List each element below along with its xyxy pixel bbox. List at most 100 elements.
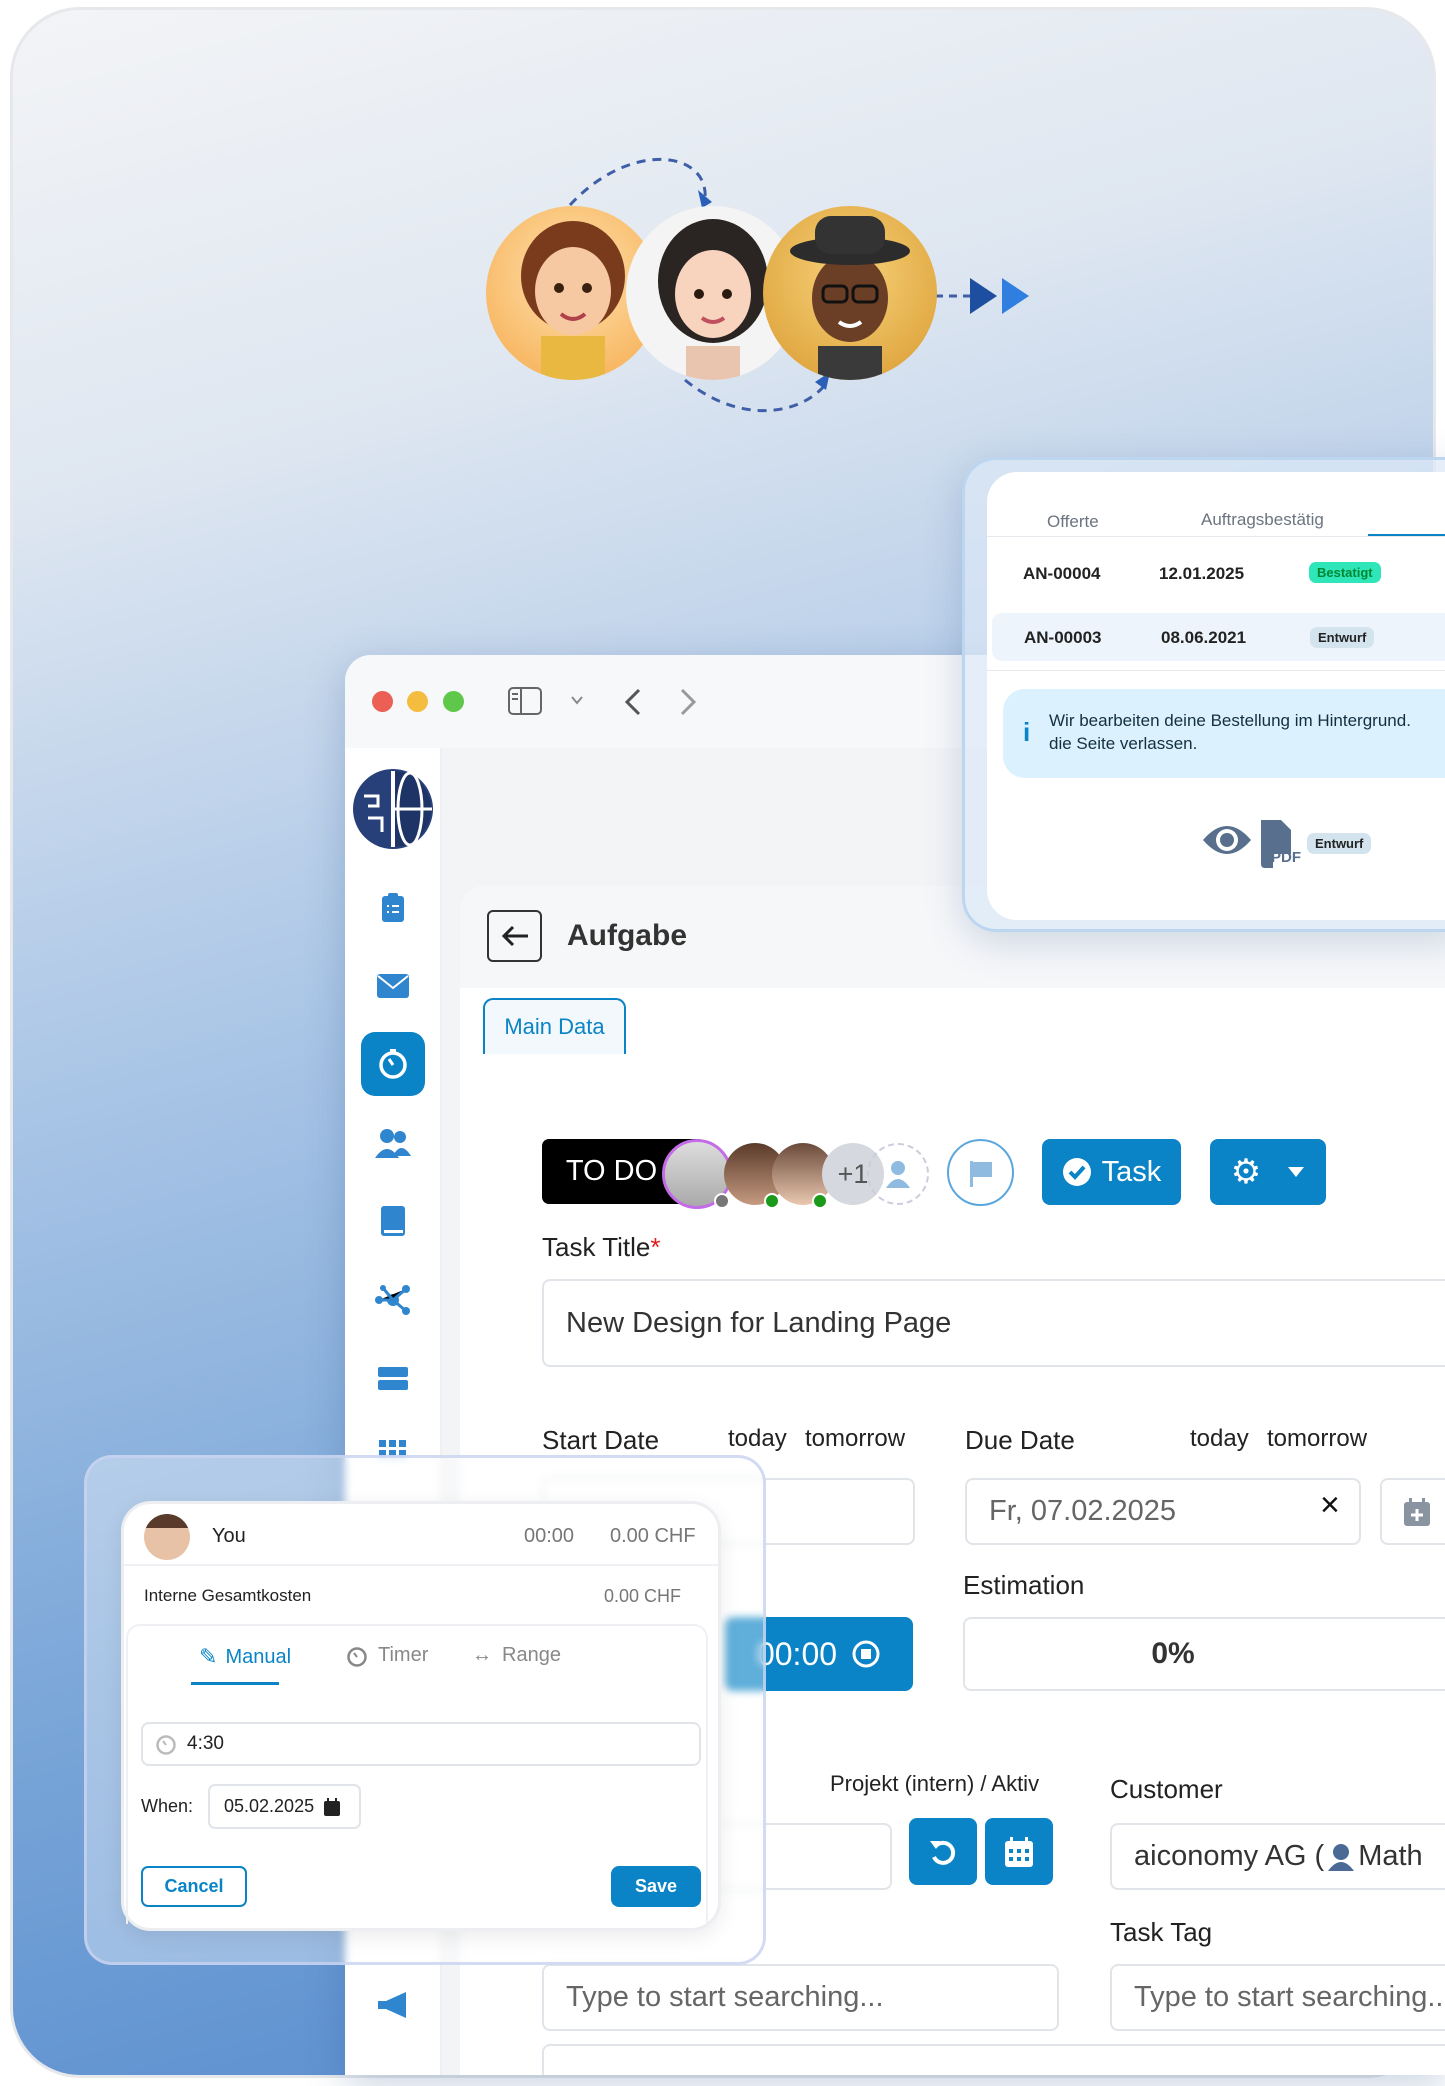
tab-auftragsbestaetigung[interactable]: Auftragsbestätig <box>1201 510 1324 530</box>
sidebar-item-server[interactable] <box>361 1347 425 1411</box>
sidebar-item-announcements[interactable] <box>361 1973 425 2037</box>
minimize-window-button[interactable] <box>407 691 428 712</box>
sidebar-item-contacts[interactable] <box>361 1111 425 1175</box>
when-label: When: <box>141 1796 194 1816</box>
sidebar-item-mail[interactable] <box>361 954 425 1018</box>
gear-icon: ⚙ <box>1230 1153 1262 1191</box>
due-today-link[interactable]: today <box>1190 1425 1249 1453</box>
settings-dropdown-button[interactable]: ⚙ <box>1210 1139 1326 1205</box>
sidebar-toggle-icon[interactable] <box>508 687 542 715</box>
page-title: Aufgabe <box>567 919 687 952</box>
mode-tab-timer[interactable]: Timer <box>346 1644 428 1667</box>
internal-cost-label: Interne Gesamtkosten <box>144 1586 312 1605</box>
chevron-down-icon[interactable] <box>570 695 584 705</box>
time-entry-card: You 00:00 0.00 CHF Interne Gesamtkosten … <box>121 1501 721 1931</box>
orders-card: Offerte Auftragsbestätig AN-00004 12.01.… <box>987 472 1445 920</box>
add-assignee-button[interactable] <box>867 1143 929 1205</box>
order-row[interactable]: AN-00004 12.01.2025 Bestatigt <box>987 552 1445 596</box>
assignees[interactable]: +1 <box>662 1139 932 1209</box>
arrows-horizontal-icon: ↔ <box>472 1644 492 1666</box>
due-date-value: Fr, 07.02.2025 <box>989 1495 1177 1527</box>
user-cost: 0.00 CHF <box>610 1525 696 1547</box>
pdf-label: PDF <box>1271 849 1301 866</box>
sidebar-item-network[interactable] <box>361 1268 425 1332</box>
order-date: 12.01.2025 <box>1159 564 1245 583</box>
customer-label: Customer <box>1110 1774 1223 1804</box>
megaphone-icon <box>378 1992 406 2018</box>
envelope-icon <box>377 974 409 998</box>
mode-label: Timer <box>378 1644 429 1666</box>
order-number: AN-00003 <box>1024 628 1102 647</box>
mode-tab-range[interactable]: ↔ Range <box>472 1644 561 1667</box>
user-name: You <box>212 1525 246 1547</box>
customer-input[interactable]: aiconomy AG (Math <box>1110 1823 1445 1890</box>
cancel-button[interactable]: Cancel <box>141 1866 247 1907</box>
priority-flag-button[interactable] <box>947 1139 1014 1206</box>
project-meta: Projekt (intern) / Aktiv <box>830 1771 1040 1796</box>
estimation-input[interactable]: 0% <box>963 1617 1445 1691</box>
task-title-input[interactable]: New Design for Landing Page <box>542 1279 1445 1367</box>
eye-icon[interactable] <box>1202 820 1252 860</box>
forward-nav-icon[interactable] <box>678 687 698 717</box>
user-time: 00:00 <box>524 1525 575 1547</box>
start-tomorrow-link[interactable]: tomorrow <box>805 1425 905 1453</box>
maximize-window-button[interactable] <box>443 691 464 712</box>
info-icon: i <box>1023 717 1031 747</box>
time-entry-panel: You 00:00 0.00 CHF Interne Gesamtkosten … <box>84 1455 766 1965</box>
rotate-left-icon <box>930 1840 956 1865</box>
stopwatch-icon <box>379 1049 407 1079</box>
due-date-input[interactable]: Fr, 07.02.2025 <box>965 1478 1361 1545</box>
when-date-value: 05.02.2025 <box>224 1796 315 1816</box>
task-tag-input[interactable]: Type to start searching... <box>1110 1964 1445 2031</box>
clipboard-list-icon <box>382 893 404 922</box>
order-date: 08.06.2021 <box>1161 628 1247 647</box>
task-tag-label: Task Tag <box>1110 1917 1213 1947</box>
search-input[interactable]: Type to start searching... <box>542 1964 1059 2031</box>
calendar-icon <box>1005 1836 1033 1867</box>
tab-main-data[interactable]: Main Data <box>483 998 626 1054</box>
required-marker: * <box>650 1232 661 1262</box>
avatar-man-hat <box>763 206 937 380</box>
due-tomorrow-link[interactable]: tomorrow <box>1267 1425 1367 1453</box>
sidebar-item-time-tracking[interactable] <box>361 1032 425 1096</box>
task-type-label: Task <box>1101 1155 1162 1188</box>
info-text-line2: die Seite verlassen. <box>1049 734 1198 753</box>
project-calendar-button[interactable] <box>985 1818 1053 1885</box>
stopwatch-icon <box>347 1646 367 1667</box>
handoff-arrow-bottom <box>684 378 827 413</box>
customer-contact: Math <box>1358 1840 1423 1872</box>
info-text-line1: Wir bearbeiten deine Bestellung im Hinte… <box>1049 711 1411 730</box>
reset-project-button[interactable] <box>909 1818 977 1885</box>
start-today-link[interactable]: today <box>728 1425 787 1453</box>
mode-tab-manual[interactable]: ✎ Manual <box>199 1644 291 1670</box>
play-icon <box>1002 278 1029 314</box>
sidebar-item-tasks[interactable] <box>361 875 425 939</box>
back-nav-icon[interactable] <box>623 687 643 717</box>
duration-input[interactable]: 4:30 <box>141 1722 701 1766</box>
when-date-input[interactable]: 05.02.2025 <box>208 1784 361 1829</box>
order-row[interactable]: AN-00003 08.06.2021 Entwurf <box>992 613 1445 661</box>
tab-offerte[interactable]: Offerte <box>1047 512 1099 532</box>
check-circle-icon <box>1062 1158 1091 1186</box>
task-type-button[interactable]: Task <box>1042 1139 1181 1205</box>
brain-globe-logo[interactable] <box>350 766 436 852</box>
clear-due-date-button[interactable]: × <box>1320 1486 1340 1525</box>
order-number: AN-00004 <box>1023 564 1101 583</box>
calendar-plus-icon <box>1404 1497 1430 1526</box>
back-button[interactable] <box>487 910 542 962</box>
active-mode-indicator <box>191 1682 279 1685</box>
online-status-dot <box>764 1193 780 1209</box>
calendar-icon <box>324 1797 341 1816</box>
sidebar-item-docs[interactable] <box>361 1189 425 1253</box>
timer-value: 00:00 <box>756 1635 838 1672</box>
online-status-dot <box>812 1193 828 1209</box>
flag-icon <box>969 1160 992 1187</box>
pdf-file-icon[interactable]: PDF <box>1261 820 1301 868</box>
description-editor[interactable] <box>542 2044 1445 2075</box>
caret-down-icon <box>1288 1167 1305 1177</box>
close-window-button[interactable] <box>372 691 393 712</box>
mode-label: Range <box>502 1644 561 1666</box>
save-button[interactable]: Save <box>611 1866 701 1907</box>
due-date-calendar-button[interactable] <box>1380 1478 1445 1545</box>
offline-status-dot <box>714 1193 730 1209</box>
